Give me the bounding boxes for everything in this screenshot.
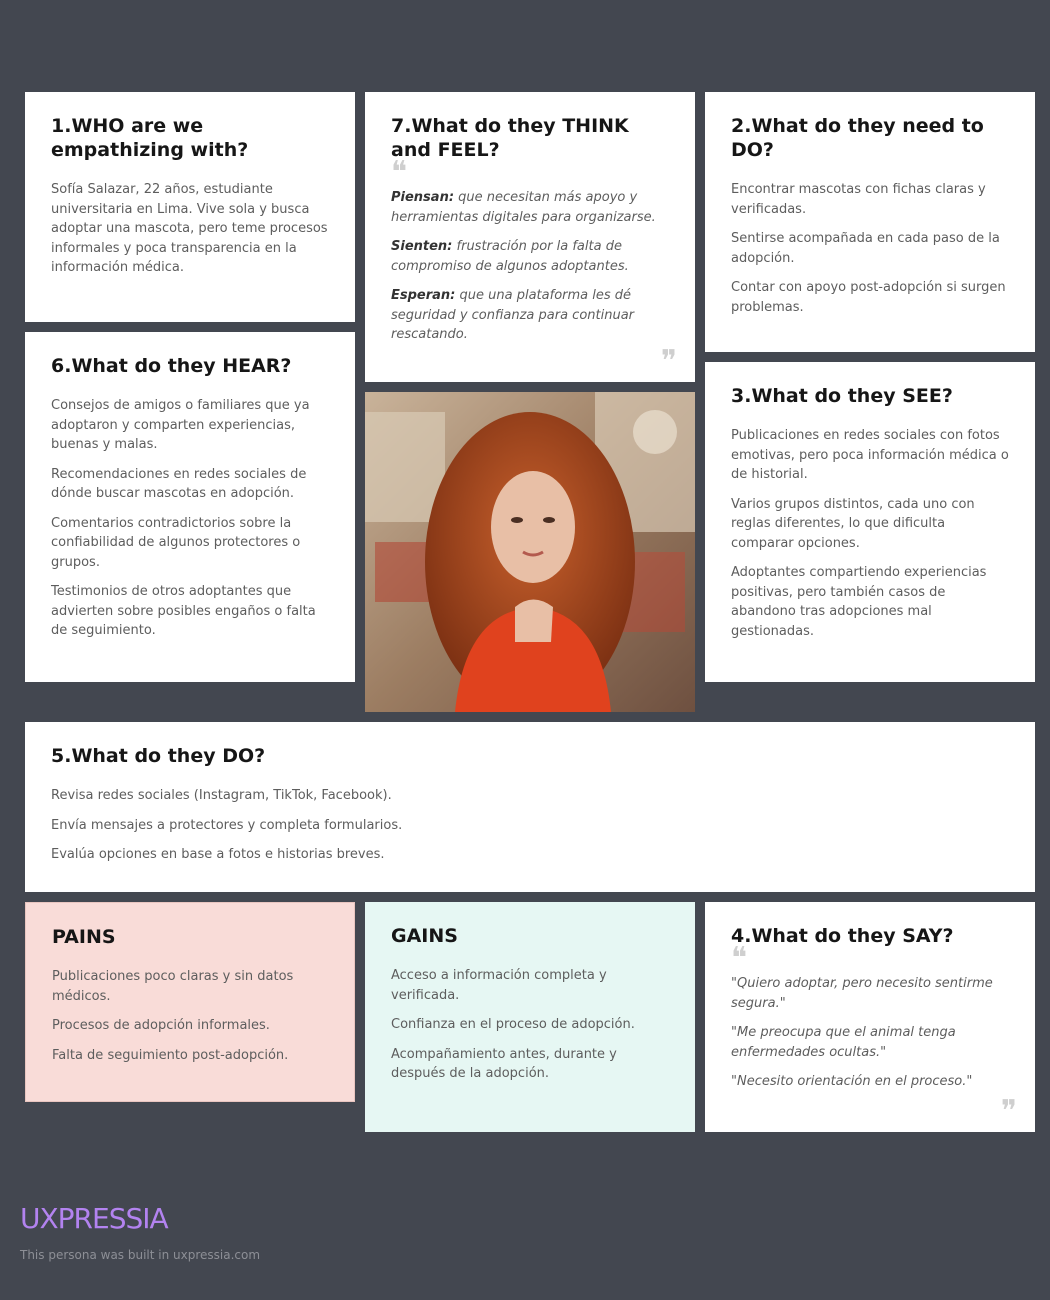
see-title: 3.What do they SEE?	[731, 385, 953, 407]
hear-card: 6.What do they HEAR? Consejos de amigos …	[25, 332, 355, 682]
say-card: 4.What do they SAY? ❝ "Quiero adoptar, p…	[705, 902, 1035, 1132]
who-card: 1.WHO are we empathizing with? Sofía Sal…	[25, 92, 355, 322]
gains-item: Confianza en el proceso de adopción.	[391, 1017, 635, 1032]
think-item: Piensan: que necesitan más apoyo y herra…	[391, 188, 669, 227]
need-item: Contar con apoyo post-adopción si surgen…	[731, 280, 1006, 315]
hear-item: Consejos de amigos o familiares que ya a…	[51, 398, 310, 452]
see-item: Varios grupos distintos, cada uno con re…	[731, 496, 975, 551]
think-feel-title: 7.What do they THINK and FEEL?	[391, 115, 629, 161]
need-item: Encontrar mascotas con fichas claras y v…	[731, 182, 986, 217]
see-item: Publicaciones en redes sociales con foto…	[731, 428, 1009, 482]
hear-item: Comentarios contradictorios sobre la con…	[51, 515, 301, 570]
pains-item: Procesos de adopción informales.	[52, 1018, 270, 1033]
who-text: Sofía Salazar, 22 años, estudiante unive…	[51, 182, 328, 275]
do-item: Revisa redes sociales (Instagram, TikTok…	[51, 788, 392, 803]
think-item: Esperan: que una plataforma les dé segur…	[391, 286, 669, 345]
gains-title: GAINS	[391, 925, 458, 947]
hear-item: Recomendaciones en redes sociales de dón…	[51, 466, 307, 502]
uxpressia-logo[interactable]: UXPRESSIA	[20, 1202, 169, 1235]
say-item: "Necesito orientación en el proceso."	[731, 1074, 973, 1089]
hear-title: 6.What do they HEAR?	[51, 355, 292, 377]
pains-card: PAINS Publicaciones poco claras y sin da…	[25, 902, 355, 1102]
do-card: 5.What do they DO? Revisa redes sociales…	[25, 722, 1035, 892]
pains-title: PAINS	[52, 926, 116, 948]
need-to-do-card: 2.What do they need to DO? Encontrar mas…	[705, 92, 1035, 352]
pains-item: Falta de seguimiento post-adopción.	[52, 1047, 289, 1063]
quote-close-icon: ❞	[1000, 1094, 1017, 1129]
think-item-label: Piensan:	[391, 190, 455, 205]
think-item-label: Sienten:	[391, 239, 453, 254]
say-item: "Me preocupa que el animal tenga enferme…	[731, 1025, 956, 1060]
pains-item: Publicaciones poco claras y sin datos mé…	[52, 969, 294, 1004]
say-title: 4.What do they SAY?	[731, 925, 954, 947]
think-feel-card: 7.What do they THINK and FEEL? ❝ Piensan…	[365, 92, 695, 382]
quote-open-icon: ❝	[731, 941, 748, 976]
footer-note: This persona was built in uxpressia.com	[20, 1248, 261, 1262]
do-item: Evalúa opciones en base a fotos e histor…	[51, 847, 385, 862]
think-item: Sienten: frustración por la falta de com…	[391, 237, 669, 276]
gains-card: GAINS Acceso a información completa y ve…	[365, 902, 695, 1132]
who-title: 1.WHO are we empathizing with?	[51, 115, 249, 161]
hear-item: Testimonios de otros adoptantes que advi…	[51, 584, 316, 638]
see-item: Adoptantes compartiendo experiencias pos…	[731, 565, 987, 639]
think-item-label: Esperan:	[391, 288, 456, 303]
do-item: Envía mensajes a protectores y completa …	[51, 817, 403, 833]
say-item: "Quiero adoptar, pero necesito sentirme …	[731, 976, 993, 1011]
quote-open-icon: ❝	[391, 155, 408, 190]
gains-item: Acceso a información completa y verifica…	[391, 968, 607, 1003]
persona-photo	[365, 392, 695, 712]
need-to-do-title: 2.What do they need to DO?	[731, 115, 984, 161]
gains-item: Acompañamiento antes, durante y después …	[391, 1046, 617, 1082]
need-item: Sentirse acompañada en cada paso de la a…	[731, 231, 1000, 266]
see-card: 3.What do they SEE? Publicaciones en red…	[705, 362, 1035, 682]
quote-close-icon: ❞	[660, 344, 677, 379]
do-title: 5.What do they DO?	[51, 745, 266, 767]
